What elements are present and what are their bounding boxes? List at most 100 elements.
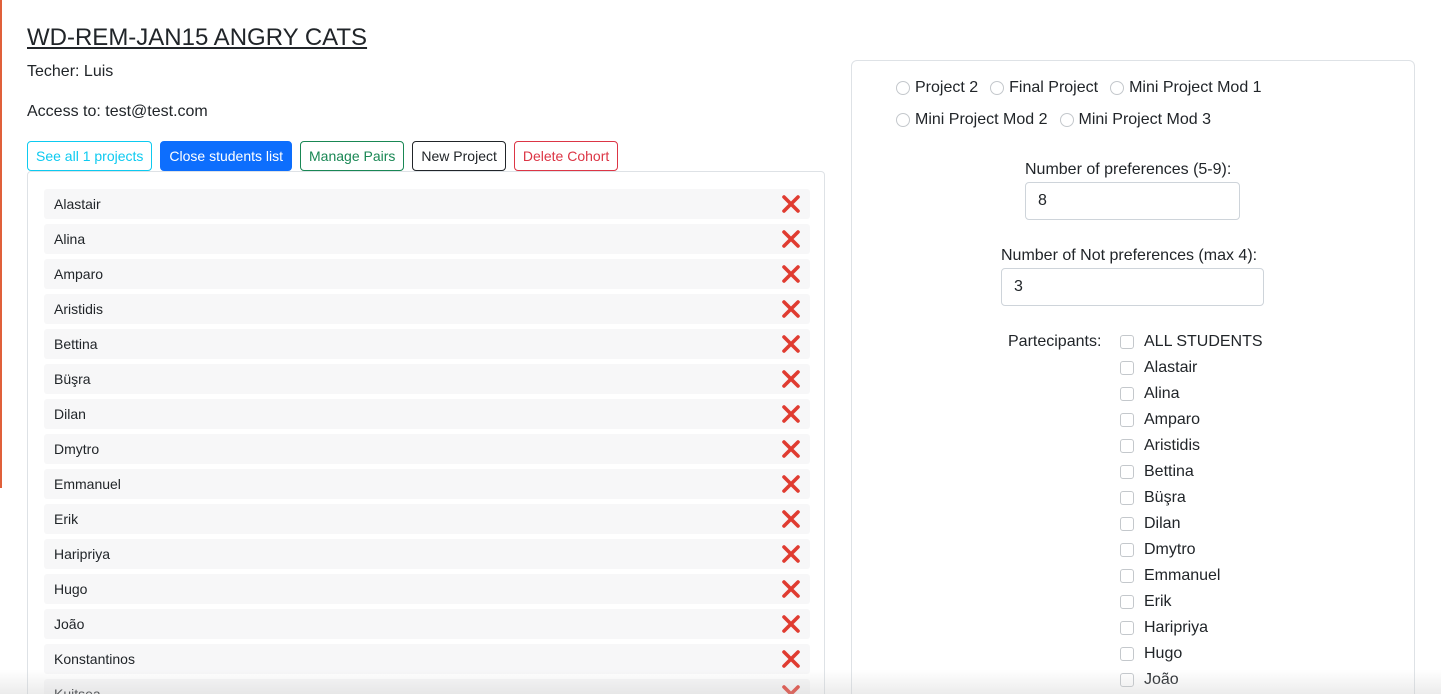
preferences-input[interactable] bbox=[1025, 182, 1240, 220]
delete-cohort-button[interactable]: Delete Cohort bbox=[513, 141, 619, 171]
participant-name: Alina bbox=[1144, 385, 1180, 402]
student-name: Aristidis bbox=[54, 301, 104, 317]
student-name: Kuitsea bbox=[54, 686, 101, 694]
student-name: Alina bbox=[54, 231, 86, 247]
participants-label: Partecipants: bbox=[1008, 333, 1102, 350]
delete-student-x-icon[interactable] bbox=[780, 298, 802, 320]
delete-student-x-icon[interactable] bbox=[780, 193, 802, 215]
checkbox[interactable] bbox=[1120, 387, 1134, 401]
project-type-radio-option[interactable]: Project 2 bbox=[896, 78, 978, 98]
new-project-button[interactable]: New Project bbox=[412, 141, 506, 171]
participant-name: Erik bbox=[1144, 593, 1172, 610]
participant-checkbox-list: ALL STUDENTS Alastair Alina Amparo Aristidis… bbox=[1120, 332, 1263, 694]
checkbox[interactable] bbox=[1120, 569, 1134, 583]
radio-label: Final Project bbox=[1009, 79, 1099, 96]
preferences-label: Number of preferences (5-9): bbox=[1025, 161, 1232, 178]
radio-label: Mini Project Mod 3 bbox=[1078, 111, 1212, 128]
project-type-radio-option[interactable]: Mini Project Mod 1 bbox=[1110, 78, 1262, 98]
delete-student-x-icon[interactable] bbox=[780, 368, 802, 390]
participant-checkbox-item[interactable]: Aristidis bbox=[1120, 436, 1263, 462]
checkbox[interactable] bbox=[1120, 361, 1134, 375]
radio-button[interactable] bbox=[896, 113, 910, 127]
participant-checkbox-item[interactable]: João bbox=[1120, 670, 1263, 694]
delete-student-x-icon[interactable] bbox=[780, 403, 802, 425]
delete-student-x-icon[interactable] bbox=[780, 613, 802, 635]
checkbox[interactable] bbox=[1120, 595, 1134, 609]
participant-checkbox-item[interactable]: Büşra bbox=[1120, 488, 1263, 514]
participant-checkbox-item[interactable]: Hugo bbox=[1120, 644, 1263, 670]
participant-checkbox-item[interactable]: Dilan bbox=[1120, 514, 1263, 540]
participant-checkbox-item[interactable]: Emmanuel bbox=[1120, 566, 1263, 592]
participant-checkbox-item[interactable]: Bettina bbox=[1120, 462, 1263, 488]
participant-name: Hugo bbox=[1144, 645, 1183, 662]
checkbox[interactable] bbox=[1120, 543, 1134, 557]
student-name: Amparo bbox=[54, 266, 104, 282]
project-type-radio-option[interactable]: Mini Project Mod 3 bbox=[1059, 110, 1212, 130]
project-type-radio-option[interactable]: Final Project bbox=[990, 78, 1098, 98]
student-name: Konstantinos bbox=[54, 651, 135, 667]
student-name: Dilan bbox=[54, 406, 86, 422]
delete-student-x-icon[interactable] bbox=[780, 228, 802, 250]
participant-name: Amparo bbox=[1144, 411, 1201, 428]
delete-student-x-icon[interactable] bbox=[780, 543, 802, 565]
student-name: Hugo bbox=[54, 581, 88, 597]
student-name: Büşra bbox=[54, 371, 91, 387]
checkbox[interactable] bbox=[1120, 465, 1134, 479]
participant-name: Aristidis bbox=[1144, 437, 1201, 454]
cohort-title: WD-REM-JAN15 ANGRY CATS bbox=[27, 24, 368, 51]
student-row: Dilan bbox=[44, 399, 810, 429]
manage-pairs-button[interactable]: Manage Pairs bbox=[300, 141, 405, 171]
delete-student-x-icon[interactable] bbox=[780, 648, 802, 670]
checkbox[interactable] bbox=[1120, 621, 1134, 635]
student-row: Erik bbox=[44, 504, 810, 534]
see-all-projects-button[interactable]: See all 1 projects bbox=[27, 141, 153, 171]
delete-student-x-icon[interactable] bbox=[780, 333, 802, 355]
delete-student-x-icon[interactable] bbox=[780, 473, 802, 495]
delete-student-x-icon[interactable] bbox=[780, 508, 802, 530]
close-students-list-button[interactable]: Close students list bbox=[160, 141, 293, 171]
participant-name: Dilan bbox=[1144, 515, 1181, 532]
participant-checkbox-item[interactable]: Alina bbox=[1120, 384, 1263, 410]
checkbox[interactable] bbox=[1120, 673, 1134, 687]
participant-checkbox-item[interactable]: Alastair bbox=[1120, 358, 1263, 384]
project-type-radio-option[interactable]: Mini Project Mod 2 bbox=[896, 110, 1048, 130]
checkbox[interactable] bbox=[1120, 491, 1134, 505]
checkbox[interactable] bbox=[1120, 647, 1134, 661]
delete-student-x-icon[interactable] bbox=[780, 578, 802, 600]
participant-name: Haripriya bbox=[1144, 619, 1209, 636]
delete-student-x-icon[interactable] bbox=[780, 683, 802, 694]
student-row: Haripriya bbox=[44, 539, 810, 569]
delete-student-x-icon[interactable] bbox=[780, 438, 802, 460]
participant-checkbox-item[interactable]: Erik bbox=[1120, 592, 1263, 618]
delete-student-x-icon[interactable] bbox=[780, 263, 802, 285]
radio-button[interactable] bbox=[990, 81, 1005, 95]
student-row: Kuitsea bbox=[44, 679, 810, 694]
radio-button[interactable] bbox=[1110, 81, 1125, 95]
participant-name: Bettina bbox=[1144, 463, 1194, 480]
participant-checkbox-item[interactable]: Amparo bbox=[1120, 410, 1263, 436]
radio-button[interactable] bbox=[896, 81, 910, 95]
student-row: Dmytro bbox=[44, 434, 810, 464]
student-row: Bettina bbox=[44, 329, 810, 359]
student-name: Dmytro bbox=[54, 441, 100, 457]
student-name: Erik bbox=[54, 511, 79, 527]
not-preferences-input[interactable] bbox=[1001, 268, 1264, 306]
participant-name: João bbox=[1144, 671, 1179, 688]
radio-label: Mini Project Mod 2 bbox=[915, 111, 1048, 128]
participant-checkbox-item[interactable]: Haripriya bbox=[1120, 618, 1263, 644]
cohort-toolbar: See all 1 projects Close students list M… bbox=[27, 141, 619, 171]
participant-checkbox-item[interactable]: Dmytro bbox=[1120, 540, 1263, 566]
student-row: Alina bbox=[44, 224, 810, 254]
student-name: Emmanuel bbox=[54, 476, 121, 492]
checkbox[interactable] bbox=[1120, 439, 1134, 453]
checkbox[interactable] bbox=[1120, 413, 1134, 427]
teacher-label: Techer: Luis bbox=[27, 63, 114, 80]
student-row: João bbox=[44, 609, 810, 639]
students-panel: Alastair Alina Amparo Aristidis Bettina Büşra… bbox=[27, 171, 825, 694]
all-students-checkbox-item[interactable]: ALL STUDENTS bbox=[1120, 332, 1263, 358]
radio-button[interactable] bbox=[1059, 113, 1074, 127]
checkbox[interactable] bbox=[1120, 517, 1134, 531]
checkbox[interactable] bbox=[1120, 335, 1134, 349]
student-name: Alastair bbox=[54, 196, 101, 212]
student-row: Aristidis bbox=[44, 294, 810, 324]
